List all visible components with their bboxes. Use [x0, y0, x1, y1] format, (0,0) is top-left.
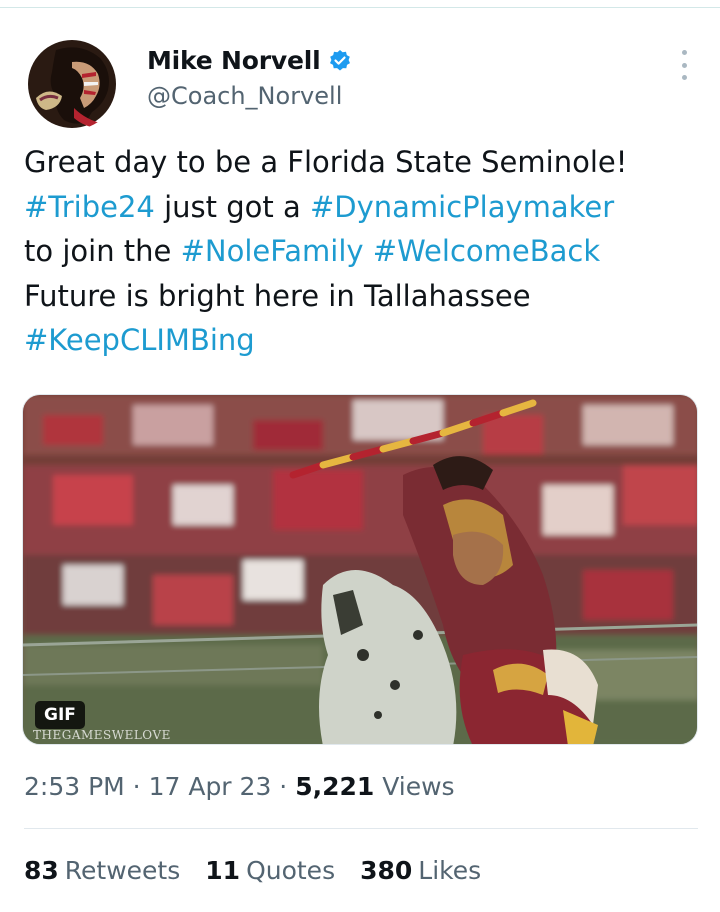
tweet-time[interactable]: 2:53 PM — [24, 772, 125, 801]
text-segment: Future is bright here in Tallahassee — [24, 278, 531, 313]
hashtag-keepclimbing[interactable]: #KeepCLIMBing — [24, 323, 255, 357]
gif-frame-image — [23, 395, 697, 744]
verified-badge-icon — [330, 49, 351, 70]
hashtag-welcomeback[interactable]: #WelcomeBack — [373, 234, 600, 268]
hashtag-dynamicplaymaker[interactable]: #DynamicPlaymaker — [310, 190, 614, 224]
hashtag-nolefamily[interactable]: #NoleFamily — [181, 234, 364, 268]
gif-badge: GIF — [35, 701, 85, 729]
more-options-icon[interactable] — [678, 50, 690, 80]
hashtag-tribe24[interactable]: #Tribe24 — [24, 190, 155, 224]
retweets-count: 83 — [24, 856, 59, 885]
tweet-line: #KeepCLIMBing — [24, 318, 704, 363]
meta-separator: · — [271, 772, 296, 801]
text-segment: to join the — [24, 234, 181, 268]
retweets-label: Retweets — [64, 856, 181, 885]
quotes-count: 11 — [205, 856, 241, 885]
user-handle[interactable]: @Coach_Norvell — [147, 82, 342, 110]
gif-watermark: THEGAMESWELOVE — [33, 728, 171, 742]
retweets-stat[interactable]: 83 Retweets — [24, 856, 180, 885]
gif-media[interactable]: THEGAMESWELOVE GIF — [22, 394, 698, 745]
seminoles-logo-icon — [26, 38, 118, 130]
quotes-stat[interactable]: 11 Quotes — [205, 856, 335, 885]
meta-separator: · — [124, 772, 149, 801]
likes-label: Likes — [418, 856, 482, 885]
avatar[interactable] — [26, 38, 118, 130]
text-segment: just got a — [154, 189, 310, 224]
tweet-meta: 2:53 PM · 17 Apr 23 · 5,221 Views — [24, 772, 455, 801]
display-name[interactable]: Mike Norvell — [147, 46, 321, 75]
likes-stat[interactable]: 380 Likes — [360, 856, 481, 885]
tweet-line: #Tribe24 just got a #DynamicPlaymaker — [24, 185, 704, 230]
meta-divider — [24, 828, 698, 829]
engagement-stats: 83 Retweets 11 Quotes 380 Likes — [24, 856, 506, 885]
tweet-line: Future is bright here in Tallahassee — [24, 274, 704, 319]
tweet-line: to join the #NoleFamily #WelcomeBack — [24, 229, 704, 274]
likes-count: 380 — [360, 856, 413, 885]
tweet-text: Great day to be a Florida State Seminole… — [24, 140, 704, 363]
tweet-date[interactable]: 17 Apr 23 — [149, 772, 272, 801]
text-segment: Great day to be a Florida State Seminole… — [24, 145, 628, 179]
top-divider — [0, 7, 720, 8]
tweet-line: Great day to be a Florida State Seminole… — [24, 140, 704, 185]
quotes-label: Quotes — [246, 856, 336, 885]
views-label: Views — [374, 772, 455, 801]
text-segment — [364, 234, 373, 268]
tweet-header: Mike Norvell @Coach_Norvell — [26, 38, 706, 130]
views-count: 5,221 — [295, 772, 375, 801]
